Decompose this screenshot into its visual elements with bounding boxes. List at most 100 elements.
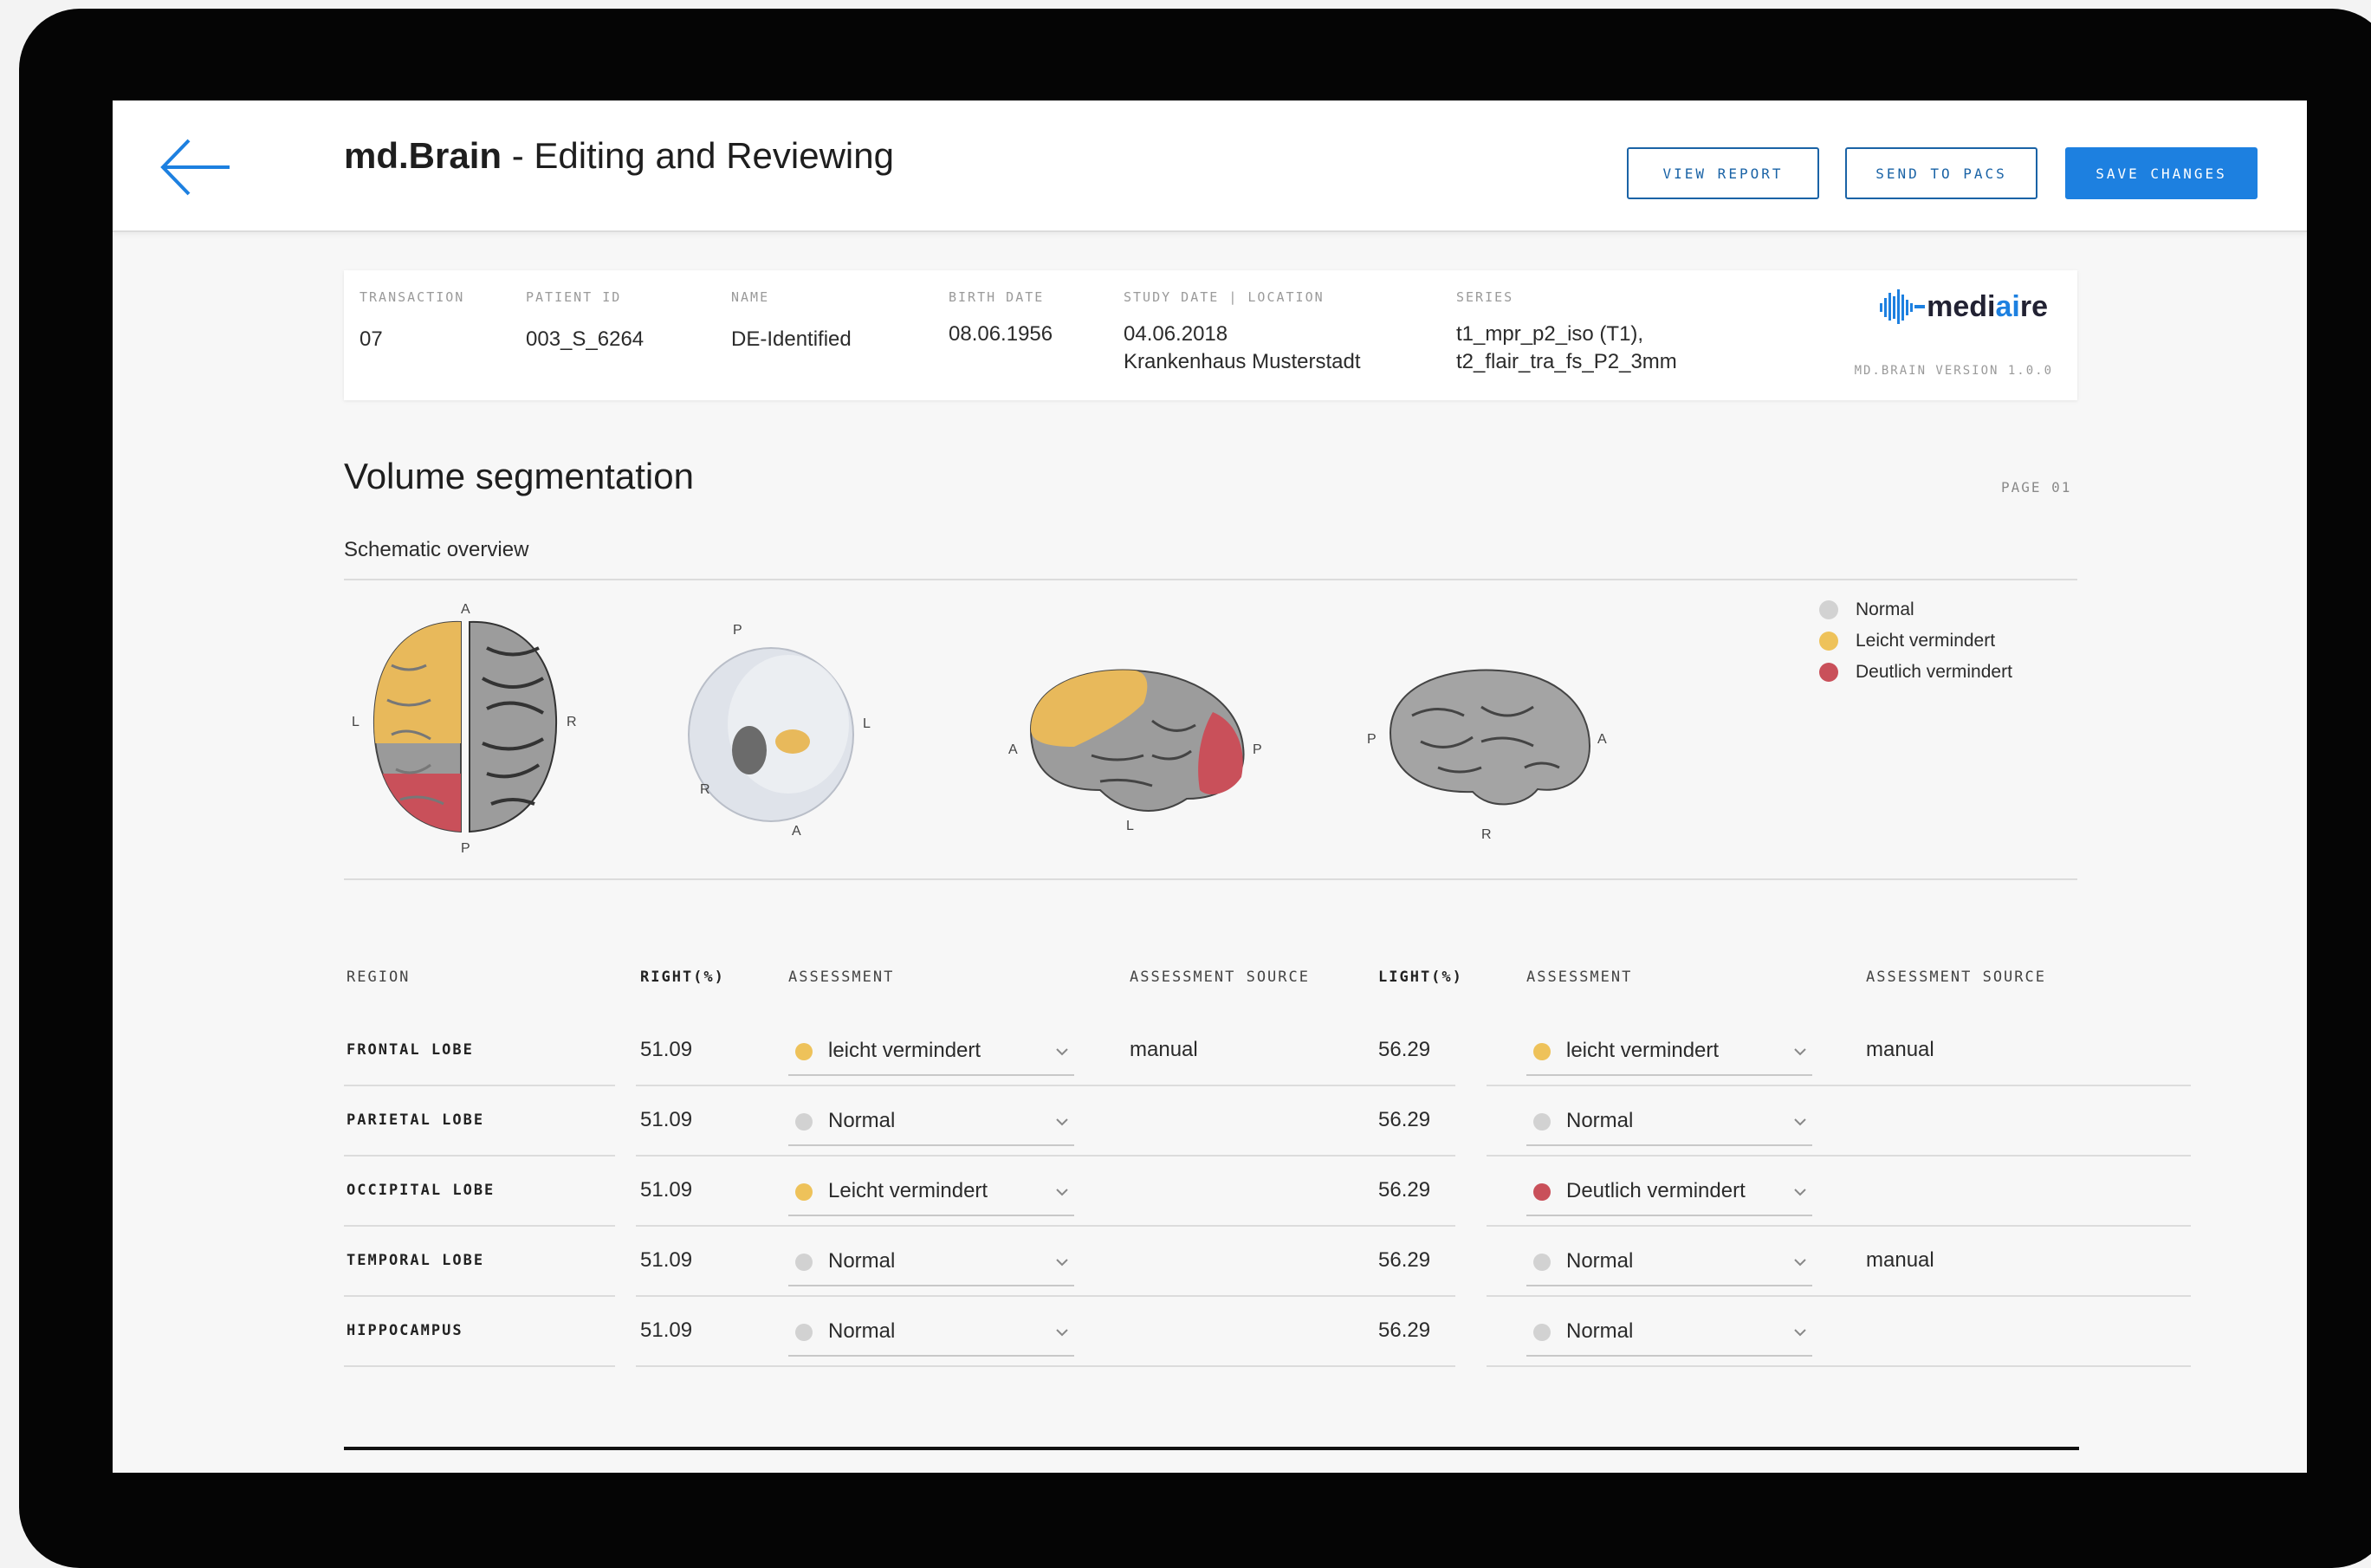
orient-p: P <box>733 623 742 638</box>
status-dot <box>1533 1183 1551 1201</box>
orient-a: A <box>461 602 470 617</box>
legend-label: Deutlich vermindert <box>1856 662 2012 682</box>
assessment-value: Normal <box>828 1109 896 1132</box>
brain-left-lateral-view: A P L <box>1008 669 1262 833</box>
logo-text: mediaire <box>1927 290 2048 324</box>
version-label: MD.BRAIN VERSION 1.0.0 <box>1854 364 2053 378</box>
transaction-value: 07 <box>360 327 383 351</box>
row-divider <box>344 1085 615 1086</box>
header-right-percent: RIGHT(%) <box>640 969 725 986</box>
transaction-label: TRANSACTION <box>360 289 465 305</box>
save-changes-button[interactable]: SAVE CHANGES <box>2065 147 2258 199</box>
orient-r: R <box>1481 827 1492 842</box>
assessment-right-dropdown[interactable]: Normal <box>788 1099 1074 1146</box>
table-row: HIPPOCAMPUS 51.09 Normal 56.29 Normal <box>113 1298 2307 1367</box>
row-divider <box>1487 1295 2191 1297</box>
legend: Normal Leicht vermindert Deutlich vermin… <box>1819 594 2012 688</box>
row-divider <box>636 1295 1455 1297</box>
table-row: TEMPORAL LOBE 51.09 Normal 56.29 Normal manua… <box>113 1228 2307 1297</box>
left-percent: 56.29 <box>1378 1319 1431 1342</box>
row-divider <box>344 1155 615 1157</box>
patient-id-label: PATIENT ID <box>526 289 622 305</box>
patient-info-card: TRANSACTION 07 PATIENT ID 003_S_6264 NAM… <box>344 270 2077 400</box>
assessment-value: leicht vermindert <box>1566 1039 1720 1062</box>
assessment-value: Normal <box>1566 1109 1634 1132</box>
legend-item-deutlich: Deutlich vermindert <box>1819 657 2012 688</box>
orient-r: R <box>567 715 577 729</box>
row-divider <box>636 1365 1455 1367</box>
chevron-down-icon <box>1791 1324 1809 1341</box>
header-assessment-source-right: ASSESSMENT SOURCE <box>1130 969 1310 986</box>
assessment-value: Leicht vermindert <box>828 1179 988 1202</box>
chevron-down-icon <box>1053 1254 1071 1271</box>
assessment-left-dropdown[interactable]: Deutlich vermindert <box>1526 1170 1812 1216</box>
mediaire-logo: mediaire <box>1878 288 2048 326</box>
table-row: FRONTAL LOBE 51.09 leicht vermindert manual… <box>113 1017 2307 1086</box>
region-name: HIPPOCAMPUS <box>347 1322 463 1339</box>
chevron-down-icon <box>1053 1113 1071 1131</box>
hippocampus-view: P L R A <box>688 623 871 839</box>
assessment-right-dropdown[interactable]: Normal <box>788 1240 1074 1286</box>
chevron-down-icon <box>1791 1043 1809 1060</box>
brain-right-lateral-view: P A R <box>1367 669 1607 842</box>
assessment-value: leicht vermindert <box>828 1039 981 1062</box>
assessment-left-dropdown[interactable]: Normal <box>1526 1240 1812 1286</box>
region-name: PARIETAL LOBE <box>347 1111 485 1129</box>
soundwave-icon <box>1880 289 1926 324</box>
row-divider <box>1487 1085 2191 1086</box>
assessment-right-dropdown[interactable]: Normal <box>788 1310 1074 1357</box>
header-assessment-source-left: ASSESSMENT SOURCE <box>1866 969 2046 986</box>
header-assessment-left: ASSESSMENT <box>1526 969 1633 986</box>
orient-l: L <box>863 716 871 731</box>
chevron-down-icon <box>1791 1183 1809 1201</box>
back-arrow-icon[interactable] <box>156 137 234 198</box>
legend-item-normal: Normal <box>1819 594 2012 625</box>
assessment-right-dropdown[interactable]: leicht vermindert <box>788 1029 1074 1076</box>
region-name: OCCIPITAL LOBE <box>347 1182 496 1199</box>
assessment-value: Normal <box>1566 1319 1634 1343</box>
assessment-right-dropdown[interactable]: Leicht vermindert <box>788 1170 1074 1216</box>
study-location: Krankenhaus Musterstadt <box>1124 350 1361 373</box>
orient-p: P <box>1367 732 1377 747</box>
logo-text-pre: medi <box>1927 289 1996 323</box>
series-line-2: t2_flair_tra_fs_P2_3mm <box>1456 350 1677 373</box>
row-divider <box>636 1085 1455 1086</box>
app-header: md.Brain - Editing and Reviewing VIEW RE… <box>113 100 2307 232</box>
view-report-button[interactable]: VIEW REPORT <box>1627 147 1819 199</box>
section-title: Volume segmentation <box>344 456 694 496</box>
logo-text-post: re <box>2019 289 2048 323</box>
left-percent: 56.29 <box>1378 1108 1431 1131</box>
orient-a: A <box>792 824 801 839</box>
schematic-overview-label: Schematic overview <box>344 538 529 561</box>
legend-label: Normal <box>1856 599 1914 619</box>
page-number: PAGE 01 <box>2001 479 2072 496</box>
region-name: TEMPORAL LOBE <box>347 1252 485 1269</box>
row-divider <box>1487 1365 2191 1367</box>
assessment-left-dropdown[interactable]: Normal <box>1526 1310 1812 1357</box>
region-name: FRONTAL LOBE <box>347 1041 474 1059</box>
assessment-source-right: manual <box>1130 1038 1198 1061</box>
orient-l: L <box>352 715 360 729</box>
assessment-value: Normal <box>1566 1249 1634 1273</box>
left-percent: 56.29 <box>1378 1248 1431 1272</box>
assessment-source-left: manual <box>1866 1038 1934 1061</box>
chevron-down-icon <box>1791 1113 1809 1131</box>
left-percent: 56.29 <box>1378 1038 1431 1061</box>
orient-a: A <box>1597 732 1607 747</box>
assessment-left-dropdown[interactable]: leicht vermindert <box>1526 1029 1812 1076</box>
row-divider <box>344 1365 615 1367</box>
right-percent: 51.09 <box>640 1319 693 1342</box>
chevron-down-icon <box>1791 1254 1809 1271</box>
assessment-value: Normal <box>828 1249 896 1273</box>
brain-top-view: A P L R <box>352 602 577 856</box>
assessment-left-dropdown[interactable]: Normal <box>1526 1099 1812 1146</box>
legend-dot <box>1819 600 1838 619</box>
status-dot <box>1533 1113 1551 1131</box>
row-divider <box>636 1155 1455 1157</box>
row-divider <box>1487 1155 2191 1157</box>
series-value: t1_mpr_p2_iso (T1), t2_flair_tra_fs_P2_3… <box>1456 321 1677 376</box>
legend-dot <box>1819 663 1838 682</box>
status-dot <box>1533 1043 1551 1060</box>
chevron-down-icon <box>1053 1324 1071 1341</box>
send-to-pacs-button[interactable]: SEND TO PACS <box>1845 147 2037 199</box>
